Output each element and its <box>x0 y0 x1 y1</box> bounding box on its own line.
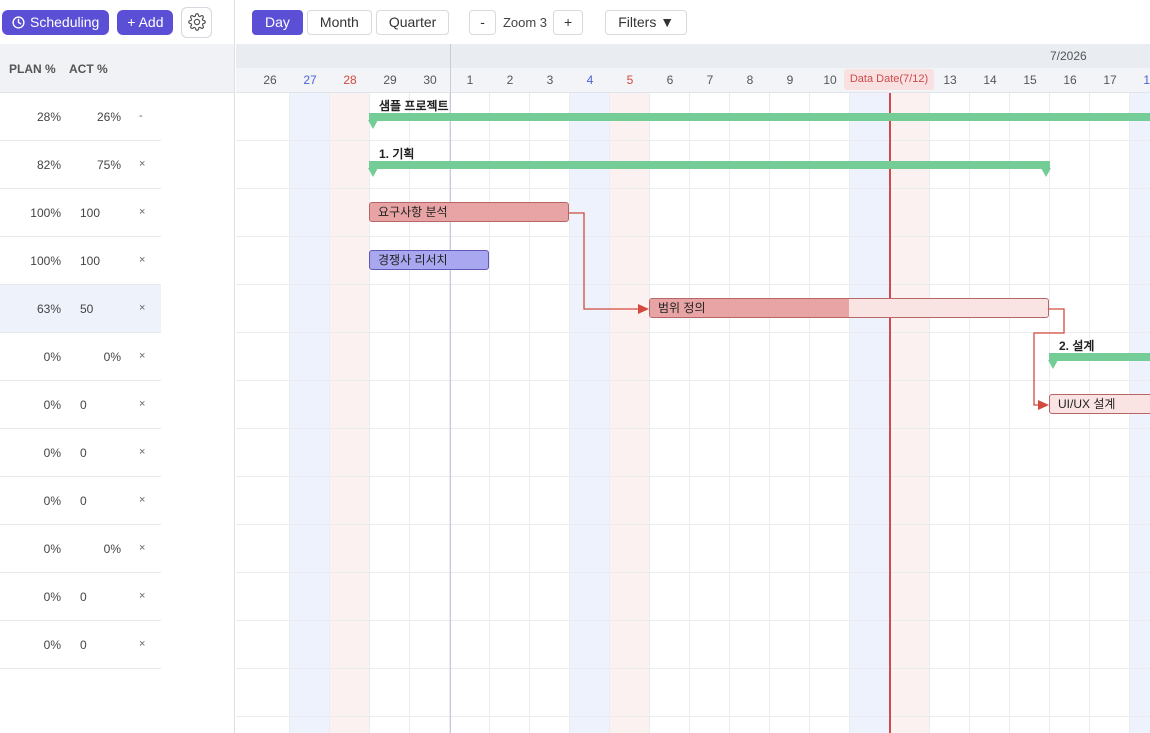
plan-percent: 100% <box>30 206 61 220</box>
table-row[interactable]: 100% 100 × <box>0 237 161 285</box>
gantt-chart: 7/2026 262728293012345678910111213141516… <box>236 44 1150 733</box>
plan-percent: 0% <box>43 494 61 508</box>
task-requirements-bar[interactable]: 요구사항 분석 <box>369 202 569 222</box>
add-button[interactable]: + Add <box>117 9 174 35</box>
view-toolbar: Day Month Quarter - Zoom 3 + Filters ▼ <box>236 0 1150 44</box>
plan-percent: 63% <box>36 302 61 316</box>
view-month-button[interactable]: Month <box>306 9 372 35</box>
row-action-icon[interactable]: × <box>139 638 145 650</box>
gantt-app: Scheduling + Add PLAN % ACT % 28% 26% - 82%… <box>0 0 1150 733</box>
plan-percent: 0% <box>43 350 61 364</box>
phase2-summary-bar[interactable] <box>1049 353 1150 361</box>
row-action-icon[interactable]: × <box>139 446 145 458</box>
plan-percent: 82% <box>36 158 61 172</box>
row-action-icon[interactable]: × <box>139 542 145 554</box>
table-row[interactable]: 0% 0 × <box>0 381 161 429</box>
grid-rows: 28% 26% -82% 75% × 100% 100 × 100% 100 × 63% 50 × 0% 0%… <box>0 93 234 669</box>
phase1-start-marker <box>368 168 378 177</box>
act-percent: 26% <box>96 110 121 124</box>
table-row[interactable]: 63% 50 × <box>0 285 161 333</box>
view-day-button[interactable]: Day <box>252 9 303 35</box>
plan-column-header: PLAN % <box>9 62 56 76</box>
table-row[interactable]: 0% 0 × <box>0 429 161 477</box>
plan-percent: 0% <box>43 446 61 460</box>
act-percent: 0% <box>103 542 121 556</box>
act-percent[interactable]: 50 <box>80 302 93 316</box>
act-percent[interactable]: 0 <box>80 398 87 412</box>
act-percent: 0% <box>103 350 121 364</box>
phase1-bar-label: 1. 기획 <box>379 147 415 161</box>
view-quarter-button[interactable]: Quarter <box>375 9 450 35</box>
table-row[interactable]: 0% 0 × <box>0 573 161 621</box>
row-action-icon[interactable]: × <box>139 206 145 218</box>
task-scope-bar[interactable]: 범위 정의 <box>649 298 1049 318</box>
table-row[interactable]: 0% 0% × <box>0 525 161 573</box>
task-uiux-bar[interactable]: UI/UX 설계 <box>1049 394 1150 414</box>
row-action-icon[interactable]: × <box>139 254 145 266</box>
task-grid-panel: Scheduling + Add PLAN % ACT % 28% 26% - 82%… <box>0 0 235 733</box>
row-action-icon[interactable]: × <box>139 350 145 362</box>
task-research-label: 경쟁사 리서치 <box>378 253 448 267</box>
plan-percent: 28% <box>36 110 61 124</box>
zoom-out-button[interactable]: - <box>469 9 496 35</box>
act-percent[interactable]: 0 <box>80 446 87 460</box>
row-action-icon[interactable]: × <box>139 158 145 170</box>
task-uiux-label: UI/UX 설계 <box>1058 397 1116 411</box>
settings-button[interactable] <box>181 6 213 38</box>
table-row[interactable]: 0% 0 × <box>0 621 161 669</box>
row-action-icon[interactable]: × <box>139 398 145 410</box>
row-action-icon[interactable]: × <box>139 494 145 506</box>
phase2-start-marker <box>1048 360 1058 369</box>
act-percent[interactable]: 0 <box>80 638 87 652</box>
project-start-marker <box>368 120 378 129</box>
table-row[interactable]: 0% 0 × <box>0 477 161 525</box>
zoom-in-button[interactable]: + <box>553 9 584 35</box>
plan-percent: 0% <box>43 638 61 652</box>
table-row[interactable]: 28% 26% - <box>0 93 161 141</box>
act-column-header: ACT % <box>69 62 108 76</box>
row-action-icon[interactable]: × <box>139 302 145 314</box>
zoom-level-label: Zoom 3 <box>502 14 548 30</box>
phase2-bar-label: 2. 설계 <box>1059 339 1095 353</box>
phase1-summary-bar[interactable] <box>369 161 1050 169</box>
add-label: + Add <box>127 14 164 30</box>
plan-percent: 0% <box>43 398 61 412</box>
table-row[interactable]: 0% 0% × <box>0 333 161 381</box>
filters-button[interactable]: Filters ▼ <box>605 9 688 35</box>
dependency-arrows <box>568 212 1065 410</box>
act-percent[interactable]: 0 <box>80 494 87 508</box>
scheduling-label: Scheduling <box>30 14 100 30</box>
scheduling-button[interactable]: Scheduling <box>2 9 110 35</box>
phase1-end-marker <box>1041 168 1051 177</box>
table-row[interactable]: 100% 100 × <box>0 189 161 237</box>
row-action-icon[interactable]: × <box>139 590 145 602</box>
task-research-bar[interactable]: 경쟁사 리서치 <box>369 250 489 270</box>
project-bar-label: 샘플 프로젝트 <box>379 99 449 113</box>
plan-percent: 0% <box>43 542 61 556</box>
plan-percent: 100% <box>30 254 61 268</box>
act-percent[interactable]: 100 <box>80 206 100 220</box>
table-row[interactable]: 82% 75% × <box>0 141 161 189</box>
plan-percent: 0% <box>43 590 61 604</box>
clock-icon <box>12 15 25 29</box>
task-scope-label: 범위 정의 <box>658 301 706 315</box>
project-summary-bar[interactable] <box>369 113 1150 121</box>
left-toolbar: Scheduling + Add <box>0 0 234 44</box>
act-percent[interactable]: 0 <box>80 590 87 604</box>
row-action-icon[interactable]: - <box>139 110 143 122</box>
act-percent[interactable]: 100 <box>80 254 100 268</box>
act-percent: 75% <box>96 158 121 172</box>
gear-icon <box>188 13 206 31</box>
task-requirements-label: 요구사항 분석 <box>378 205 448 219</box>
grid-header: PLAN % ACT % <box>0 44 234 93</box>
